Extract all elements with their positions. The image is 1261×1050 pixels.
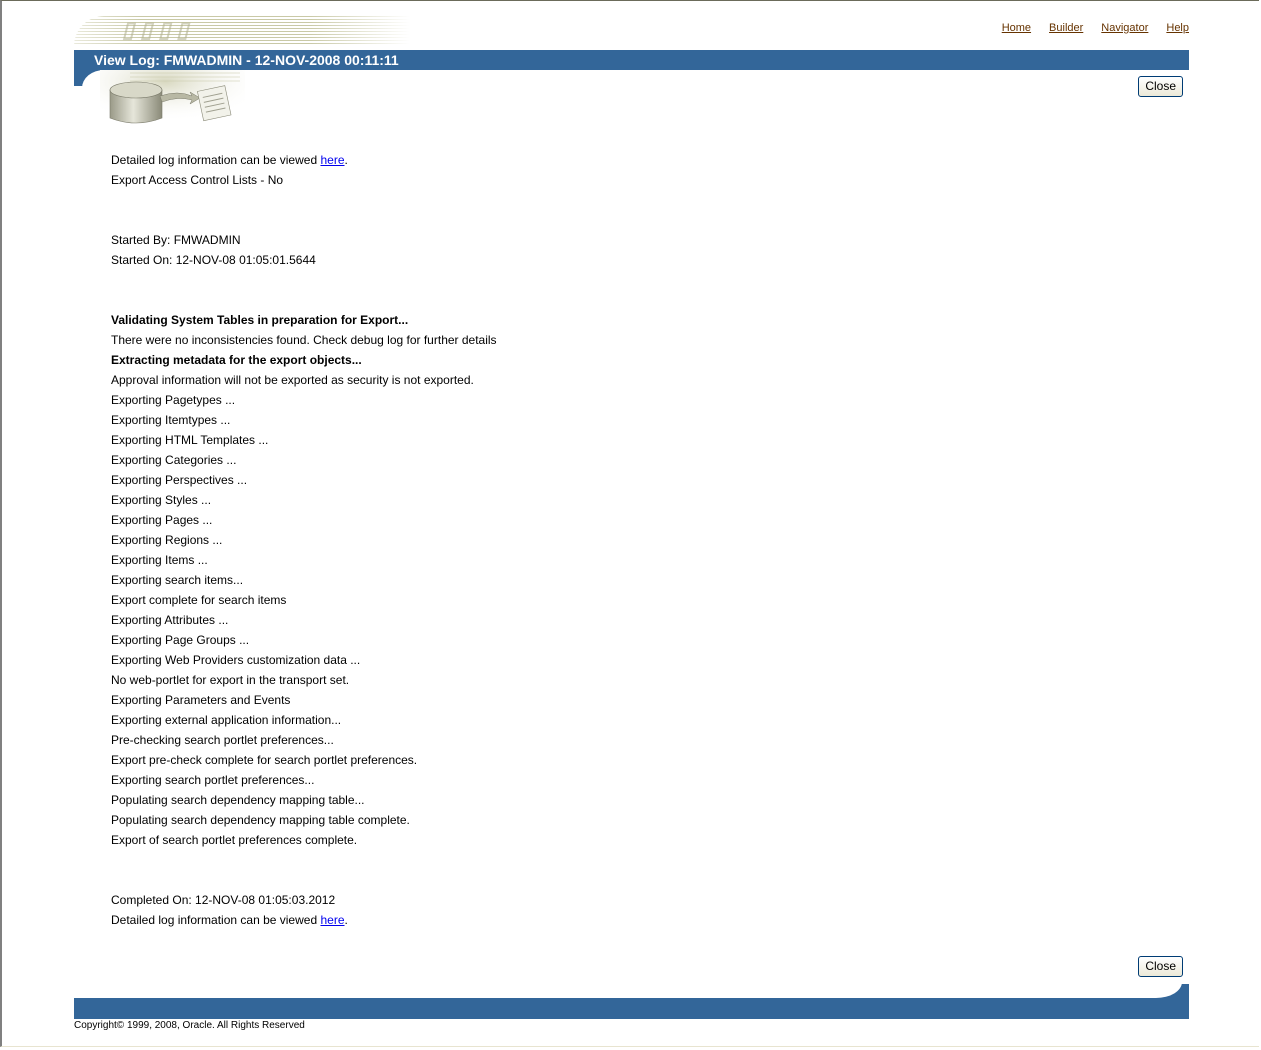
log-entry: Exporting Attributes ... [111,613,229,627]
global-nav: Home Builder Navigator Help [1002,22,1189,34]
log-entry: Populating search dependency mapping tab… [111,793,365,807]
log-entries: Validating System Tables in preparation … [111,310,497,850]
log-entry: Exporting Perspectives ... [111,473,248,487]
log-entry: Exporting Itemtypes ... [111,413,231,427]
log-section-heading: Validating System Tables in preparation … [111,313,409,327]
log-entry: Exporting Items ... [111,553,208,567]
log-section-heading: Extracting metadata for the export objec… [111,353,362,367]
footer-bar [74,998,1189,1019]
title-bar: View Log: FMWADMIN - 12-NOV-2008 00:11:1… [74,50,1189,70]
completed-on: Completed On: 12-NOV-08 01:05:03.2012 [111,893,336,907]
close-button-top[interactable]: Close [1138,76,1183,97]
log-entry: Exporting search portlet preferences... [111,773,315,787]
log-entry: Exporting Parameters and Events [111,693,291,707]
log-entry: Exporting Pagetypes ... [111,393,236,407]
navigator-link[interactable]: Navigator [1101,22,1148,34]
log-entry: Exporting Categories ... [111,453,237,467]
log-entry: Export of search portlet preferences com… [111,833,358,847]
close-button-bottom[interactable]: Close [1138,956,1183,977]
log-entry: Exporting Page Groups ... [111,633,250,647]
log-entry: There were no inconsistencies found. Che… [111,333,497,347]
log-entry: Approval information will not be exporte… [111,373,474,387]
log-entry: Exporting Styles ... [111,493,212,507]
log-entry: Populating search dependency mapping tab… [111,813,410,827]
log-entry: No web-portlet for export in the transpo… [111,673,350,687]
log-entry: Exporting external application informati… [111,713,342,727]
started-on: Started On: 12-NOV-08 01:05:01.5644 [111,253,316,267]
log-entry: Export complete for search items [111,593,287,607]
title-bar-curve [74,70,122,102]
log-entry: Exporting Web Providers customization da… [111,653,361,667]
home-link[interactable]: Home [1002,22,1031,34]
log-entry: Export pre-check complete for search por… [111,753,418,767]
log-entry: Pre-checking search portlet preferences.… [111,733,334,747]
started-by: Started By: FMWADMIN [111,233,241,247]
log-entry: Exporting search items... [111,573,244,587]
log-entry: Exporting HTML Templates ... [111,433,269,447]
detail-log-outro: Detailed log information can be viewed h… [111,913,348,927]
footer-bar-curve [1146,982,1189,998]
acl-status: Export Access Control Lists - No [111,173,284,187]
log-content: Detailed log information can be viewed h… [111,150,497,930]
help-link[interactable]: Help [1166,22,1189,34]
log-entry: Exporting Regions ... [111,533,223,547]
log-entry: Exporting Pages ... [111,513,213,527]
database-export-icon [100,70,245,128]
detail-log-link-bottom[interactable]: here [320,913,344,927]
detail-log-intro: Detailed log information can be viewed h… [111,153,348,167]
builder-link[interactable]: Builder [1049,22,1083,34]
detail-log-link-top[interactable]: here [320,153,344,167]
copyright: Copyright© 1999, 2008, Oracle. All Right… [74,1020,305,1031]
portal-logo-mark: ▯▯▯▯ [122,17,195,42]
page-title: View Log: FMWADMIN - 12-NOV-2008 00:11:1… [94,52,399,68]
